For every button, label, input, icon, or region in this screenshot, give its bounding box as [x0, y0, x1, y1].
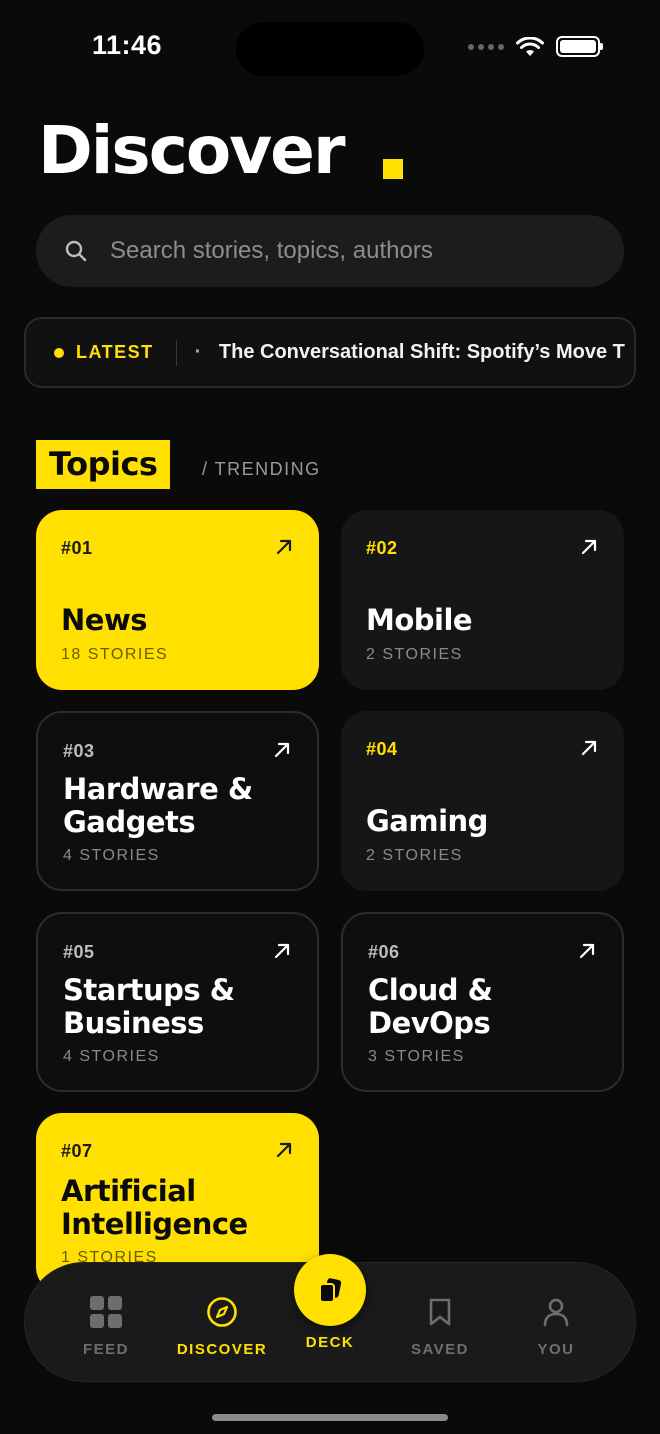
search-input[interactable] [110, 237, 570, 265]
topic-name: News [61, 603, 148, 637]
ticker-divider [175, 339, 177, 366]
dynamic-island [236, 22, 424, 76]
topic-name: Hardware & Gadgets [63, 772, 253, 839]
nav-discover[interactable]: DISCOVER [167, 1263, 277, 1383]
topic-name: Cloud & DevOps [368, 973, 493, 1040]
topic-card-cloud[interactable]: #06 Cloud & DevOps 3 STORIES [341, 912, 624, 1092]
topic-number: #01 [61, 538, 93, 558]
arrow-up-right-icon [276, 539, 292, 555]
title-accent-square [383, 159, 403, 179]
status-icons [468, 36, 603, 57]
nav-label: YOU [537, 1341, 575, 1358]
topic-count: 3 STORIES [368, 1048, 465, 1065]
topic-card-gaming[interactable]: #04 Gaming 2 STORIES [341, 711, 624, 891]
bookmark-icon [429, 1298, 451, 1326]
search-icon [65, 240, 87, 262]
topic-name: Startups & Business [63, 973, 235, 1040]
ticker-bullet: · [194, 341, 207, 363]
status-time: 11:46 [92, 30, 163, 60]
topic-number: #04 [366, 739, 398, 759]
search-bar[interactable] [36, 215, 624, 287]
cards-icon [319, 1278, 342, 1303]
ticker-headline[interactable]: · The Conversational Shift: Spotify’s Mo… [195, 341, 625, 364]
topic-card-mobile[interactable]: #02 Mobile 2 STORIES [341, 510, 624, 690]
home-indicator[interactable] [212, 1414, 448, 1421]
arrow-up-right-icon [274, 742, 290, 758]
topic-name: Mobile [366, 603, 473, 637]
arrow-up-right-icon [581, 740, 597, 756]
arrow-up-right-icon [579, 943, 595, 959]
user-icon [543, 1298, 569, 1327]
battery-icon [556, 36, 603, 57]
topic-number: #07 [61, 1141, 93, 1161]
topic-number: #03 [63, 741, 95, 761]
topic-number: #05 [63, 942, 95, 962]
nav-label: DISCOVER [176, 1341, 268, 1358]
topic-name: Gaming [366, 804, 488, 838]
arrow-up-right-icon [581, 539, 597, 555]
topic-count: 2 STORIES [366, 646, 463, 663]
nav-you[interactable]: YOU [501, 1263, 611, 1383]
section-title: Topics [36, 440, 171, 489]
section-subtitle: / TRENDING [202, 459, 321, 479]
grid-icon [90, 1296, 122, 1328]
ticker-label: LATEST [76, 342, 154, 362]
topic-name: Artificial Intelligence [61, 1174, 248, 1241]
signal-icon [468, 43, 504, 50]
ticker-headline-text: The Conversational Shift: Spotify’s Move… [218, 341, 625, 363]
nav-label: FEED [82, 1341, 129, 1358]
live-dot-icon [54, 347, 64, 358]
topic-number: #06 [368, 942, 400, 962]
wifi-icon [516, 36, 544, 56]
topic-count: 4 STORIES [63, 847, 160, 864]
topic-count: 18 STORIES [61, 646, 169, 663]
latest-ticker[interactable]: LATEST · The Conversational Shift: Spoti… [24, 317, 636, 388]
arrow-up-right-icon [274, 943, 290, 959]
topic-number: #02 [366, 538, 398, 558]
deck-button[interactable] [294, 1254, 366, 1326]
nav-saved[interactable]: SAVED [385, 1263, 495, 1383]
page-title: Discover [38, 112, 345, 189]
topic-card-hardware[interactable]: #03 Hardware & Gadgets 4 STORIES [36, 711, 319, 891]
topic-card-startups[interactable]: #05 Startups & Business 4 STORIES [36, 912, 319, 1092]
nav-label: SAVED [410, 1341, 470, 1358]
arrow-up-right-icon [276, 1142, 292, 1158]
topic-count: 2 STORIES [366, 847, 463, 864]
nav-feed[interactable]: FEED [51, 1263, 161, 1383]
topic-card-news[interactable]: #01 News 18 STORIES [36, 510, 319, 690]
topic-count: 4 STORIES [63, 1048, 160, 1065]
compass-icon [207, 1297, 237, 1327]
deck-label: DECK [305, 1334, 355, 1351]
